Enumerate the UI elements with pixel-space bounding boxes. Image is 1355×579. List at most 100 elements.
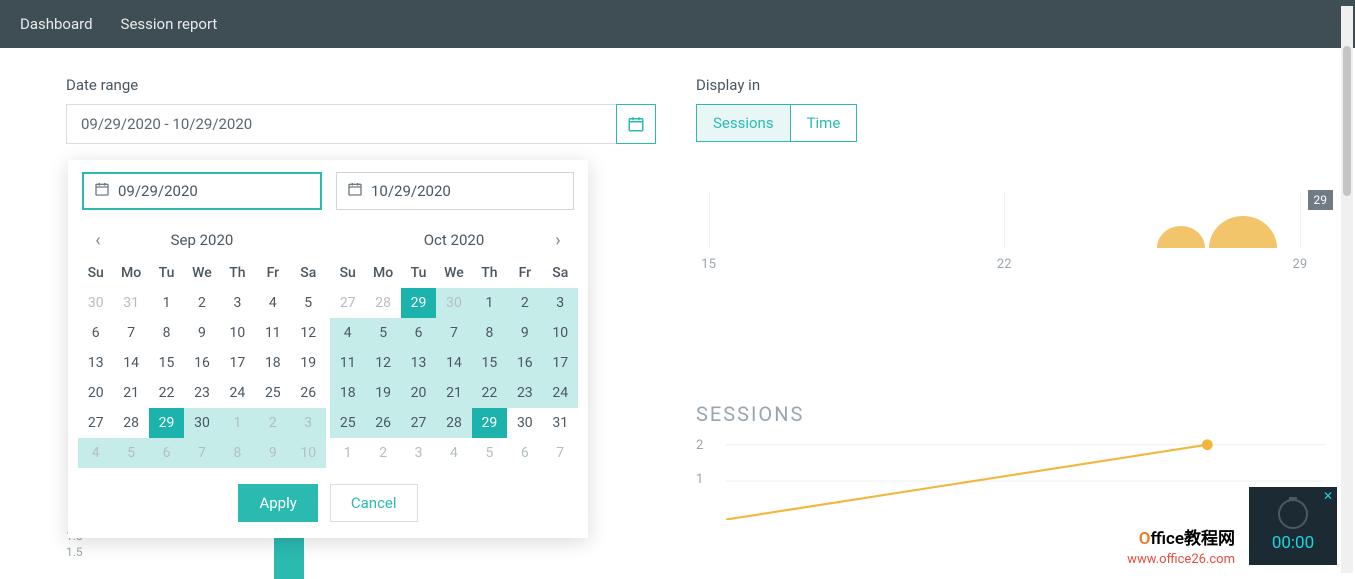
calendar-day[interactable]: 27 — [78, 408, 113, 438]
cancel-button[interactable]: Cancel — [330, 484, 418, 522]
calendar-day[interactable]: 2 — [255, 408, 290, 438]
timer-widget[interactable]: ✕ 00:00 — [1249, 487, 1337, 565]
calendar-day[interactable]: 21 — [436, 378, 471, 408]
calendar-day[interactable]: 3 — [543, 288, 578, 318]
calendar-day[interactable]: 7 — [436, 318, 471, 348]
calendar-day[interactable]: 8 — [472, 318, 507, 348]
calendar-day[interactable]: 6 — [507, 438, 542, 468]
calendar-day[interactable]: 31 — [113, 288, 148, 318]
calendar-day[interactable]: 31 — [543, 408, 578, 438]
calendar-day[interactable]: 2 — [507, 288, 542, 318]
calendar-day[interactable]: 13 — [401, 348, 436, 378]
calendar-day[interactable]: 30 — [507, 408, 542, 438]
from-date-input[interactable]: 09/29/2020 — [82, 172, 322, 210]
calendar-day[interactable]: 28 — [365, 288, 400, 318]
calendar-day[interactable]: 5 — [365, 318, 400, 348]
apply-button[interactable]: Apply — [238, 484, 317, 522]
calendar-day[interactable]: 6 — [149, 438, 184, 468]
calendar-day[interactable]: 4 — [330, 318, 365, 348]
calendar-day[interactable]: 15 — [472, 348, 507, 378]
calendar-day[interactable]: 27 — [330, 288, 365, 318]
calendar-day[interactable]: 29 — [401, 288, 436, 318]
toggle-time[interactable]: Time — [790, 104, 858, 142]
calendar-day[interactable]: 1 — [149, 288, 184, 318]
calendar-day[interactable]: 19 — [291, 348, 326, 378]
calendar-day[interactable]: 21 — [113, 378, 148, 408]
calendar-day[interactable]: 23 — [507, 378, 542, 408]
calendar-day[interactable]: 30 — [184, 408, 219, 438]
calendar-day[interactable]: 14 — [436, 348, 471, 378]
calendar-day[interactable]: 9 — [507, 318, 542, 348]
calendar-day[interactable]: 16 — [184, 348, 219, 378]
calendar-day[interactable]: 12 — [291, 318, 326, 348]
prev-month-icon[interactable]: ‹ — [86, 230, 110, 251]
calendar-day[interactable]: 5 — [472, 438, 507, 468]
calendar-day[interactable]: 22 — [472, 378, 507, 408]
calendar-day[interactable]: 25 — [255, 378, 290, 408]
calendar-button[interactable] — [616, 104, 656, 144]
calendar-day[interactable]: 28 — [436, 408, 471, 438]
calendar-day[interactable]: 7 — [113, 318, 148, 348]
calendar-day[interactable]: 29 — [149, 408, 184, 438]
calendar-day[interactable]: 25 — [330, 408, 365, 438]
date-range-input[interactable] — [66, 104, 617, 144]
calendar-day[interactable]: 10 — [291, 438, 326, 468]
calendar-day[interactable]: 11 — [255, 318, 290, 348]
calendar-day[interactable]: 7 — [543, 438, 578, 468]
calendar-day[interactable]: 1 — [220, 408, 255, 438]
calendar-day[interactable]: 23 — [184, 378, 219, 408]
calendar-day[interactable]: 17 — [543, 348, 578, 378]
calendar-day[interactable]: 12 — [365, 348, 400, 378]
calendar-day[interactable]: 28 — [113, 408, 148, 438]
next-month-icon[interactable]: › — [546, 230, 570, 251]
calendar-day[interactable]: 24 — [220, 378, 255, 408]
calendar-day[interactable]: 11 — [330, 348, 365, 378]
calendar-day[interactable]: 29 — [472, 408, 507, 438]
calendar-day[interactable]: 10 — [543, 318, 578, 348]
calendar-day[interactable]: 6 — [78, 318, 113, 348]
nav-session-report[interactable]: Session report — [121, 15, 218, 33]
scrollbar[interactable] — [1341, 6, 1353, 573]
calendar-day[interactable]: 13 — [78, 348, 113, 378]
calendar-day[interactable]: 4 — [78, 438, 113, 468]
nav-dashboard[interactable]: Dashboard — [20, 15, 93, 33]
calendar-day[interactable]: 3 — [220, 288, 255, 318]
to-date-input[interactable]: 10/29/2020 — [336, 172, 574, 210]
calendar-day[interactable]: 24 — [543, 378, 578, 408]
calendar-day[interactable]: 10 — [220, 318, 255, 348]
calendar-day[interactable]: 14 — [113, 348, 148, 378]
calendar-day[interactable]: 19 — [365, 378, 400, 408]
calendar-day[interactable]: 20 — [78, 378, 113, 408]
calendar-day[interactable]: 27 — [401, 408, 436, 438]
calendar-day[interactable]: 7 — [184, 438, 219, 468]
calendar-day[interactable]: 9 — [255, 438, 290, 468]
calendar-day[interactable]: 26 — [365, 408, 400, 438]
calendar-day[interactable]: 30 — [78, 288, 113, 318]
calendar-day[interactable]: 8 — [220, 438, 255, 468]
calendar-day[interactable]: 5 — [113, 438, 148, 468]
close-icon[interactable]: ✕ — [1323, 489, 1333, 503]
scrollbar-thumb[interactable] — [1343, 46, 1351, 196]
calendar-day[interactable]: 1 — [330, 438, 365, 468]
calendar-day[interactable]: 15 — [149, 348, 184, 378]
calendar-day[interactable]: 1 — [472, 288, 507, 318]
calendar-day[interactable]: 4 — [436, 438, 471, 468]
calendar-day[interactable]: 8 — [149, 318, 184, 348]
calendar-day[interactable]: 22 — [149, 378, 184, 408]
calendar-day[interactable]: 3 — [401, 438, 436, 468]
calendar-day[interactable]: 18 — [330, 378, 365, 408]
calendar-day[interactable]: 30 — [436, 288, 471, 318]
calendar-day[interactable]: 17 — [220, 348, 255, 378]
calendar-day[interactable]: 2 — [184, 288, 219, 318]
calendar-day[interactable]: 18 — [255, 348, 290, 378]
calendar-day[interactable]: 4 — [255, 288, 290, 318]
calendar-day[interactable]: 26 — [291, 378, 326, 408]
calendar-day[interactable]: 16 — [507, 348, 542, 378]
calendar-day[interactable]: 3 — [291, 408, 326, 438]
calendar-day[interactable]: 20 — [401, 378, 436, 408]
toggle-sessions[interactable]: Sessions — [696, 104, 791, 142]
calendar-day[interactable]: 2 — [365, 438, 400, 468]
calendar-day[interactable]: 9 — [184, 318, 219, 348]
calendar-day[interactable]: 6 — [401, 318, 436, 348]
calendar-day[interactable]: 5 — [291, 288, 326, 318]
